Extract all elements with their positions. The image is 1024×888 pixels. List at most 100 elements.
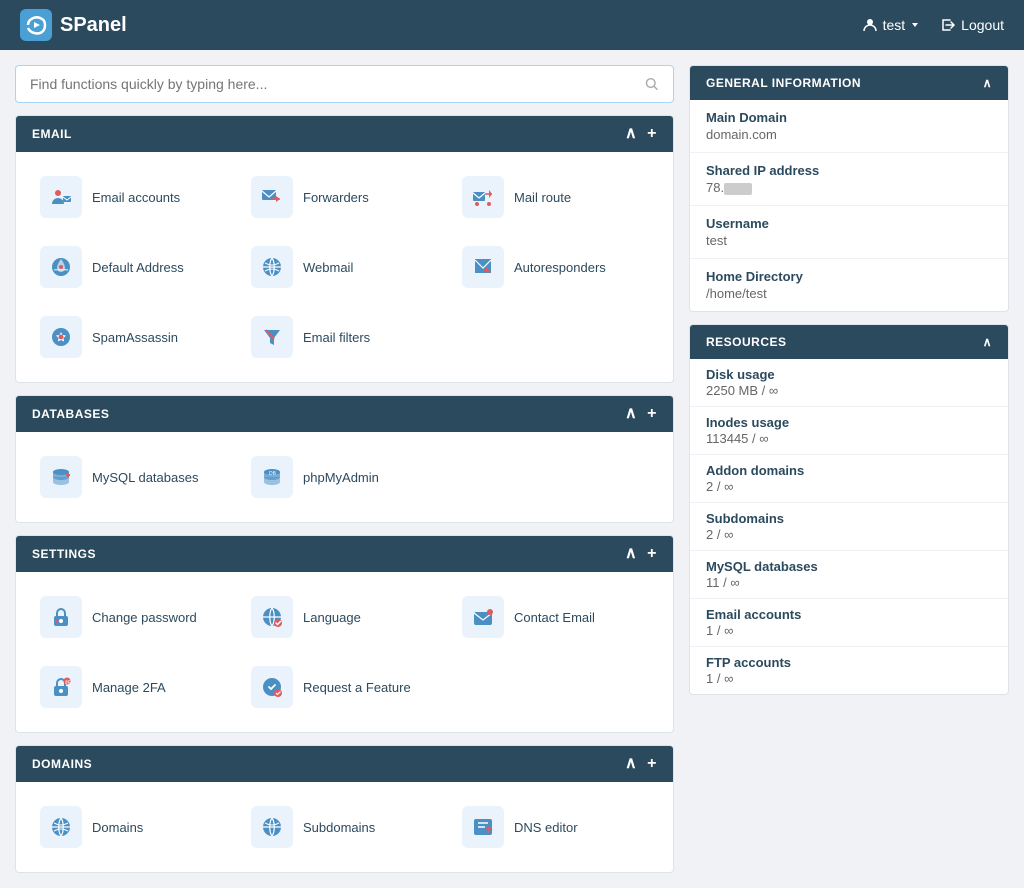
addon-domains-row: Addon domains 2 / ∞ [690, 455, 1008, 503]
forwarders-label: Forwarders [303, 190, 369, 205]
collapse-databases-button[interactable]: ∧ [625, 406, 637, 422]
collapse-general-info-button[interactable]: ∧ [983, 76, 992, 90]
databases-section-title: DATABASES [32, 407, 109, 421]
search-input[interactable] [30, 76, 636, 92]
email-accounts-resource-value: 1 / ∞ [706, 623, 992, 638]
main-domain-row: Main Domain domain.com [690, 100, 1008, 153]
settings-grid: Change password Language [32, 588, 657, 716]
dns-editor-item[interactable]: DNS editor [454, 798, 657, 856]
header-right: test Logout [862, 17, 1004, 33]
mail-route-label: Mail route [514, 190, 571, 205]
request-feature-item[interactable]: Request a Feature [243, 658, 446, 716]
subdomains-item[interactable]: Subdomains [243, 798, 446, 856]
inodes-usage-label: Inodes usage [706, 415, 992, 430]
collapse-email-button[interactable]: ∧ [625, 126, 637, 142]
logout-label: Logout [961, 17, 1004, 33]
email-section-body: Email accounts Forwarders [16, 152, 673, 382]
domains-item[interactable]: Domains [32, 798, 235, 856]
collapse-settings-button[interactable]: ∧ [625, 546, 637, 562]
email-accounts-resource-row: Email accounts 1 / ∞ [690, 599, 1008, 647]
domains-label: Domains [92, 820, 143, 835]
settings-section-actions: ∧ + [625, 546, 657, 562]
resources-title: RESOURCES [706, 335, 787, 349]
shared-ip-label: Shared IP address [706, 163, 992, 178]
disk-usage-value: 2250 MB / ∞ [706, 383, 992, 398]
change-password-item[interactable]: Change password [32, 588, 235, 646]
addon-domains-value: 2 / ∞ [706, 479, 992, 494]
databases-section-body: MySQL databases DB phpMyAdmin [16, 432, 673, 522]
resources-header: RESOURCES ∧ [690, 325, 1008, 359]
phpmyadmin-item[interactable]: DB phpMyAdmin [243, 448, 446, 506]
email-filters-icon [251, 316, 293, 358]
general-info-header: GENERAL INFORMATION ∧ [690, 66, 1008, 100]
disk-usage-row: Disk usage 2250 MB / ∞ [690, 359, 1008, 407]
default-address-icon [40, 246, 82, 288]
manage-2fa-item[interactable]: 2F Manage 2FA [32, 658, 235, 716]
mail-route-icon [462, 176, 504, 218]
domains-grid: Domains Subdomains [32, 798, 657, 856]
main-header: SPanel test Logout [0, 0, 1024, 50]
databases-section: DATABASES ∧ + [15, 395, 674, 523]
contact-email-icon [462, 596, 504, 638]
add-email-button[interactable]: + [647, 126, 657, 142]
default-address-label: Default Address [92, 260, 184, 275]
language-icon [251, 596, 293, 638]
dns-editor-label: DNS editor [514, 820, 578, 835]
logout-button[interactable]: Logout [940, 17, 1004, 33]
forwarders-item[interactable]: Forwarders [243, 168, 446, 226]
domains-section-title: DOMAINS [32, 757, 92, 771]
email-accounts-item[interactable]: Email accounts [32, 168, 235, 226]
home-dir-row: Home Directory /home/test [690, 259, 1008, 311]
app-title: SPanel [60, 14, 127, 37]
addon-domains-label: Addon domains [706, 463, 992, 478]
add-settings-button[interactable]: + [647, 546, 657, 562]
logout-icon [940, 17, 956, 33]
email-accounts-resource-label: Email accounts [706, 607, 992, 622]
mysql-databases-label: MySQL databases [92, 470, 198, 485]
autoresponders-item[interactable]: Autoresponders [454, 238, 657, 296]
search-icon [644, 76, 659, 92]
domains-icon [40, 806, 82, 848]
settings-section-body: Change password Language [16, 572, 673, 732]
spamassassin-label: SpamAssassin [92, 330, 178, 345]
email-section-title: EMAIL [32, 127, 72, 141]
subdomains-label: Subdomains [303, 820, 375, 835]
subdomains-resource-label: Subdomains [706, 511, 992, 526]
contact-email-item[interactable]: Contact Email [454, 588, 657, 646]
ftp-accounts-resource-value: 1 / ∞ [706, 671, 992, 686]
disk-usage-label: Disk usage [706, 367, 992, 382]
shared-ip-row: Shared IP address 78. [690, 153, 1008, 206]
ftp-accounts-resource-row: FTP accounts 1 / ∞ [690, 647, 1008, 694]
webmail-item[interactable]: Webmail [243, 238, 446, 296]
email-filters-label: Email filters [303, 330, 370, 345]
default-address-item[interactable]: Default Address [32, 238, 235, 296]
email-accounts-label: Email accounts [92, 190, 180, 205]
manage-2fa-label: Manage 2FA [92, 680, 166, 695]
forwarders-icon [251, 176, 293, 218]
mysql-resource-label: MySQL databases [706, 559, 992, 574]
language-item[interactable]: Language [243, 588, 446, 646]
shared-ip-value: 78. [706, 180, 992, 195]
add-databases-button[interactable]: + [647, 406, 657, 422]
phpmyadmin-icon: DB [251, 456, 293, 498]
email-filters-item[interactable]: Email filters [243, 308, 446, 366]
collapse-resources-button[interactable]: ∧ [983, 335, 992, 349]
user-menu[interactable]: test [862, 17, 921, 33]
mysql-databases-item[interactable]: MySQL databases [32, 448, 235, 506]
user-icon [862, 17, 878, 33]
spamassassin-icon [40, 316, 82, 358]
spamassassin-item[interactable]: SpamAssassin [32, 308, 235, 366]
language-label: Language [303, 610, 361, 625]
mysql-resource-row: MySQL databases 11 / ∞ [690, 551, 1008, 599]
main-domain-label: Main Domain [706, 110, 992, 125]
logo-icon [20, 9, 52, 41]
domains-section: DOMAINS ∧ + [15, 745, 674, 873]
databases-section-header: DATABASES ∧ + [16, 396, 673, 432]
mail-route-item[interactable]: Mail route [454, 168, 657, 226]
email-accounts-icon [40, 176, 82, 218]
webmail-label: Webmail [303, 260, 353, 275]
mysql-resource-value: 11 / ∞ [706, 575, 992, 590]
request-feature-icon [251, 666, 293, 708]
left-column: EMAIL ∧ + [15, 65, 674, 873]
mysql-icon [40, 456, 82, 498]
